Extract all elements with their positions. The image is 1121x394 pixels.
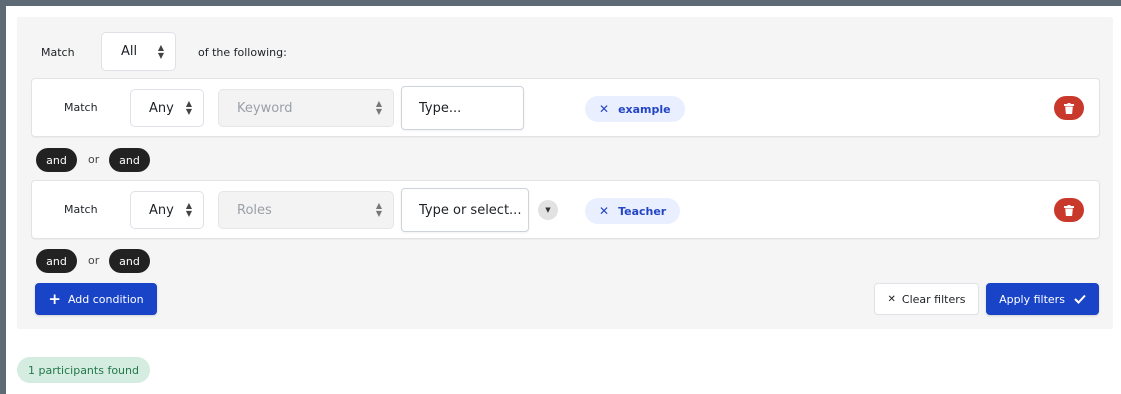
clear-filters-button[interactable]: ✕ Clear filters xyxy=(874,283,979,315)
chip-label: Teacher xyxy=(618,204,667,218)
and-toggle-right[interactable]: and xyxy=(109,148,150,172)
condition-input-placeholder: Type... xyxy=(419,100,462,116)
close-icon[interactable]: ✕ xyxy=(599,102,609,116)
sort-caret-icon: ▲ ▼ xyxy=(185,201,192,218)
top-match-label: Match xyxy=(41,46,75,59)
of-following-label: of the following: xyxy=(198,46,287,59)
sort-caret-icon: ▲ ▼ xyxy=(375,99,382,116)
top-match-select-value: All xyxy=(121,44,138,59)
add-condition-label: Add condition xyxy=(67,292,144,306)
chip-label: example xyxy=(618,102,671,116)
and-toggle-right[interactable]: and xyxy=(109,249,150,273)
or-toggle[interactable]: or xyxy=(88,254,99,267)
sort-caret-icon: ▲ ▼ xyxy=(375,201,382,218)
and-toggle-left[interactable]: and xyxy=(36,249,77,273)
apply-filters-button[interactable]: Apply filters xyxy=(986,283,1099,315)
condition-roles-input[interactable]: Type or select... xyxy=(401,188,529,232)
condition-match-select[interactable]: Any ▲ ▼ xyxy=(130,89,204,127)
check-icon xyxy=(1074,294,1086,304)
delete-condition-button[interactable] xyxy=(1054,96,1084,120)
add-condition-button[interactable]: + Add condition xyxy=(35,283,157,315)
condition-keyword-input[interactable]: Type... xyxy=(401,86,524,130)
condition-value-chip: ✕ example xyxy=(585,96,685,122)
condition-row: Match Any ▲ ▼ Roles ▲ ▼ Type or select... … xyxy=(31,180,1100,239)
condition-input-placeholder: Type or select... xyxy=(419,202,522,218)
condition-match-select-value: Any xyxy=(149,100,174,116)
and-toggle-left[interactable]: and xyxy=(36,148,77,172)
top-match-select[interactable]: All ▲ ▼ xyxy=(101,32,176,71)
apply-filters-label: Apply filters xyxy=(999,292,1065,306)
condition-field-select-value: Keyword xyxy=(237,100,293,116)
trash-icon xyxy=(1064,102,1074,114)
condition-field-select[interactable]: Roles ▲ ▼ xyxy=(218,191,394,229)
condition-field-select-value: Roles xyxy=(237,202,272,218)
condition-row: Match Any ▲ ▼ Keyword ▲ ▼ Type... ✕ exampl… xyxy=(31,78,1100,137)
condition-match-label: Match xyxy=(64,101,98,114)
or-toggle[interactable]: or xyxy=(88,153,99,166)
sort-caret-icon: ▲ ▼ xyxy=(157,42,164,60)
trash-icon xyxy=(1064,204,1074,216)
sort-caret-icon: ▲ ▼ xyxy=(185,99,192,116)
condition-match-label: Match xyxy=(64,203,98,216)
filter-panel: Match All ▲ ▼ of the following: Match Any… xyxy=(17,17,1113,329)
plus-icon: + xyxy=(48,289,61,308)
condition-value-chip: ✕ Teacher xyxy=(585,198,681,224)
condition-field-select[interactable]: Keyword ▲ ▼ xyxy=(218,89,394,127)
window-left-border xyxy=(0,0,6,394)
close-icon: ✕ xyxy=(887,293,896,305)
condition-match-select-value: Any xyxy=(149,202,174,218)
condition-match-select[interactable]: Any ▲ ▼ xyxy=(130,191,204,229)
participants-found-badge: 1 participants found xyxy=(17,357,150,383)
delete-condition-button[interactable] xyxy=(1054,198,1084,222)
clear-filters-label: Clear filters xyxy=(901,292,966,306)
chevron-down-icon[interactable]: ▼ xyxy=(538,200,558,220)
window-top-border xyxy=(0,0,1121,6)
close-icon[interactable]: ✕ xyxy=(599,204,609,218)
